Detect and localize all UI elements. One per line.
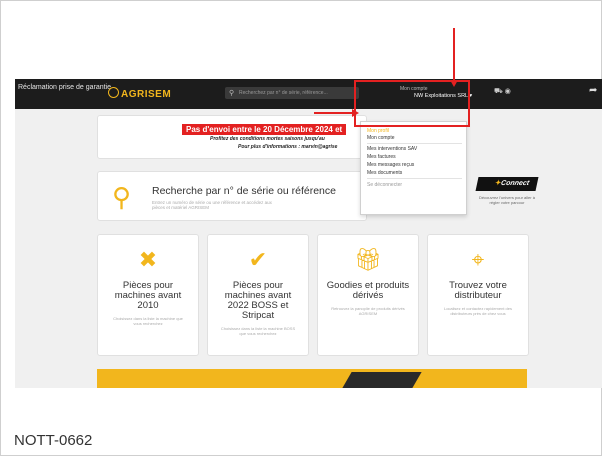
menu-item-messages[interactable]: Mes messages reçus [367,162,414,168]
share-arrow-icon[interactable]: ➦ [589,85,597,96]
tile-description: Choisissez dans la liste la machine BOSS… [220,326,296,336]
menu-item-documents[interactable]: Mes documents [367,170,402,176]
menu-item-logout[interactable]: Se déconnecter [367,182,402,188]
serial-search-card[interactable]: ⚲ Recherche par n° de série ou référence… [97,171,367,221]
menu-item-account[interactable]: Mon compte [367,135,395,141]
annotation-arrowhead-down [450,80,458,87]
tile-description: Retrouvez la panoplie de produits dérivé… [331,306,405,316]
annotation-arrow-down [453,28,455,82]
search-card-description: Entrez un numéro de série ou une référen… [152,200,272,210]
tile-goodies[interactable]: 🎁︎ Goodies et produits dérivés Retrouvez… [317,234,419,356]
search-placeholder: Recherchez par n° de série, référence... [239,90,328,96]
tile-parts-before-2010[interactable]: ✖ Pièces pour machines avant 2010 Choisi… [97,234,199,356]
logo-text: AGRISEM [121,89,172,100]
shipping-warning: Pas d'envoi entre le 20 Décembre 2024 et [182,124,347,135]
annotation-arrowhead-right [352,109,359,117]
tile-title: Trouvez votre distributeur [449,280,507,301]
promo-machine-image [342,372,422,388]
tile-title: Goodies et produits dérivés [326,280,410,301]
banner-contact-line[interactable]: Pour plus d'informations : marvin@agrise [238,144,337,150]
search-input[interactable]: ⚲ Recherchez par n° de série, référence.… [225,87,359,99]
tile-parts-before-2022[interactable]: ✔ Pièces pour machines avant 2022 BOSS e… [207,234,309,356]
top-navigation-bar: Réclamation prise de garantie AGRISEM ⚲ … [15,79,602,109]
tile-find-distributor[interactable]: ⌖ Trouvez votre distributeur Localisez e… [427,234,529,356]
connect-brand-text-desc: Découvrez l'univers pour aller à régler … [479,195,535,205]
tile-title: Pièces pour machines avant 2022 BOSS et … [224,280,292,321]
agrisem-logo[interactable]: AGRISEM [108,87,171,100]
info-banner: Pas d'envoi entre le 20 Décembre 2024 et… [97,115,367,159]
search-card-title: Recherche par n° de série ou référence [152,185,336,197]
document-caption: NOTT-0662 [14,432,93,449]
connect-brand-card[interactable]: ✦Connect Découvrez l'univers pour aller … [475,171,539,221]
banner-offer-line: Profitez des conditions mortes saisons j… [210,136,325,142]
connect-logo: ✦Connect [475,177,539,191]
connect-brand-text: Connect [500,180,530,187]
header-icons[interactable]: ⛟ ◉ [494,87,511,96]
menu-separator [367,178,462,179]
menu-item-sav[interactable]: Mes interventions SAV [367,146,417,152]
app-screenshot: Réclamation prise de garantie AGRISEM ⚲ … [15,79,602,388]
language-icon[interactable]: ◉ [505,88,511,95]
account-dropdown-menu: Mon profil Mon compte Mes interventions … [360,121,467,215]
cart-icon[interactable]: ⛟ [494,88,503,95]
search-icon: ⚲ [229,90,235,97]
menu-separator [367,143,462,144]
gift-icon: 🎁︎ [354,247,382,272]
tile-title: Pièces pour machines avant 2010 [114,280,182,311]
map-pin-icon: ⌖ [471,247,485,272]
menu-item-invoices[interactable]: Mes factures [367,154,396,160]
logo-mark-icon [108,87,119,98]
annotation-arrow-right [314,112,354,114]
promo-banner-strip[interactable] [97,369,527,388]
window-title: Réclamation prise de garantie [18,84,111,91]
check-circle-icon: ✔ [248,247,268,272]
wrench-tools-icon: ✖ [138,247,158,272]
magnifier-icon: ⚲ [112,182,132,212]
menu-item-profile[interactable]: Mon profil [367,128,389,134]
annotation-highlight-box [354,80,470,127]
tile-description: Choisissez dans la liste la machine que … [113,316,183,326]
tile-description: Localisez et contactez rapidement des di… [443,306,513,316]
